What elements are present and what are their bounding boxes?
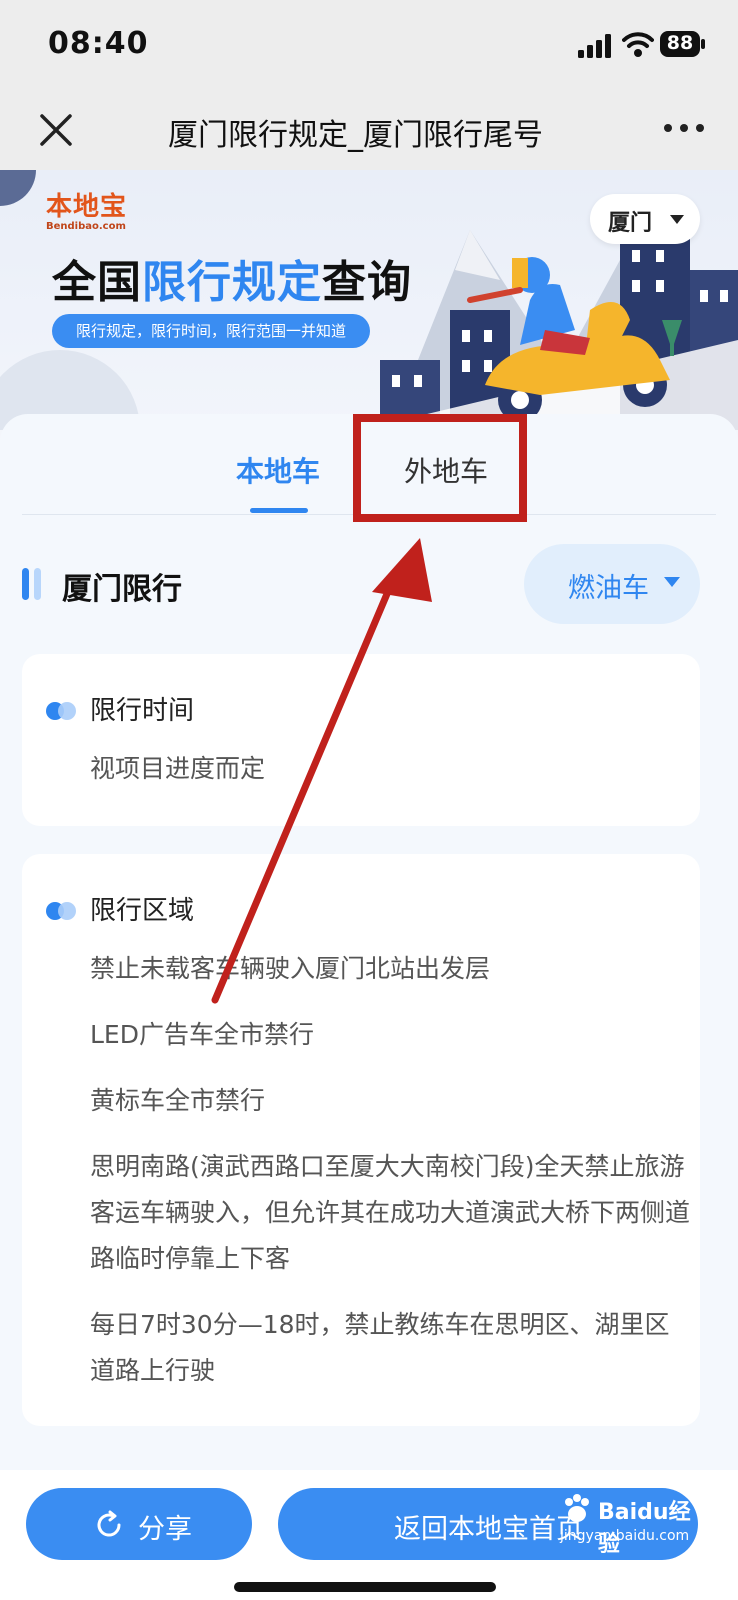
city-selector[interactable]: 厦门 bbox=[590, 194, 700, 244]
battery-level: 88 bbox=[666, 32, 694, 54]
signal-icon bbox=[578, 34, 611, 58]
tabs-divider bbox=[22, 514, 716, 515]
section-title: 厦门限行 bbox=[62, 572, 182, 607]
section-marker-icon bbox=[22, 568, 46, 600]
main-content: 本地车 外地车 厦门限行 燃油车 限行时间 视项目进度而定 限行区域 禁止未载客… bbox=[0, 414, 738, 1514]
bullet-dots-icon bbox=[46, 902, 78, 920]
battery-icon: 88 bbox=[660, 31, 706, 57]
card-heading: 限行区域 bbox=[90, 896, 195, 926]
back-home-label: 返回本地宝首页 bbox=[394, 1514, 583, 1545]
status-bar: 08:40 88 bbox=[0, 0, 738, 90]
home-indicator bbox=[234, 1582, 496, 1592]
share-button[interactable]: 分享 bbox=[26, 1488, 252, 1560]
page-title: 厦门限行规定_厦门限行尾号 bbox=[168, 118, 543, 153]
city-label: 厦门 bbox=[608, 211, 653, 236]
tab-local-car[interactable]: 本地车 bbox=[236, 450, 320, 490]
list-item: 思明南路(演武西路口至厦大大南校门段)全天禁止旅游客运车辆驶入，但允许其在成功大… bbox=[90, 1152, 691, 1273]
banner: 本地宝 Bendibao.com 全国限行规定查询 限行规定，限行时间，限行范围… bbox=[0, 170, 738, 430]
list-item: 每日7时30分—18时，禁止教练车在思明区、湖里区道路上行驶 bbox=[90, 1310, 670, 1385]
list-item: 黄标车全市禁行 bbox=[90, 1086, 266, 1115]
more-icon[interactable] bbox=[662, 118, 706, 138]
title-bar: 厦门限行规定_厦门限行尾号 bbox=[0, 90, 738, 170]
fuel-type-label: 燃油车 bbox=[568, 573, 649, 604]
banner-heading: 全国限行规定查询 bbox=[52, 257, 412, 308]
wifi-icon bbox=[622, 32, 654, 57]
share-label: 分享 bbox=[138, 1514, 192, 1545]
restriction-time-card: 限行时间 视项目进度而定 bbox=[22, 654, 700, 826]
baidu-watermark: Baidu经验 jingyan.baidu.com bbox=[560, 1488, 710, 1557]
banner-tagline: 限行规定，限行时间，限行范围一并知道 bbox=[52, 314, 371, 348]
bullet-dots-icon bbox=[46, 702, 78, 720]
list-item: LED广告车全市禁行 bbox=[90, 1020, 314, 1049]
tab-nonlocal-car[interactable]: 外地车 bbox=[404, 450, 488, 490]
chevron-down-icon bbox=[670, 215, 684, 224]
paw-icon bbox=[565, 1494, 589, 1522]
card-heading: 限行时间 bbox=[90, 696, 195, 726]
refresh-share-icon bbox=[97, 1510, 121, 1537]
list-item: 禁止未载客车辆驶入厦门北站出发层 bbox=[90, 954, 491, 983]
bendibao-logo: 本地宝 Bendibao.com bbox=[46, 192, 128, 232]
active-tab-indicator bbox=[250, 508, 308, 513]
status-time: 08:40 bbox=[48, 26, 149, 61]
restriction-area-card: 限行区域 禁止未载客车辆驶入厦门北站出发层 LED广告车全市禁行 黄标车全市禁行… bbox=[22, 854, 700, 1426]
card-text: 视项目进度而定 bbox=[90, 754, 266, 783]
fuel-type-selector[interactable]: 燃油车 bbox=[524, 544, 700, 624]
close-icon[interactable] bbox=[38, 112, 74, 148]
chevron-down-icon bbox=[664, 577, 680, 587]
